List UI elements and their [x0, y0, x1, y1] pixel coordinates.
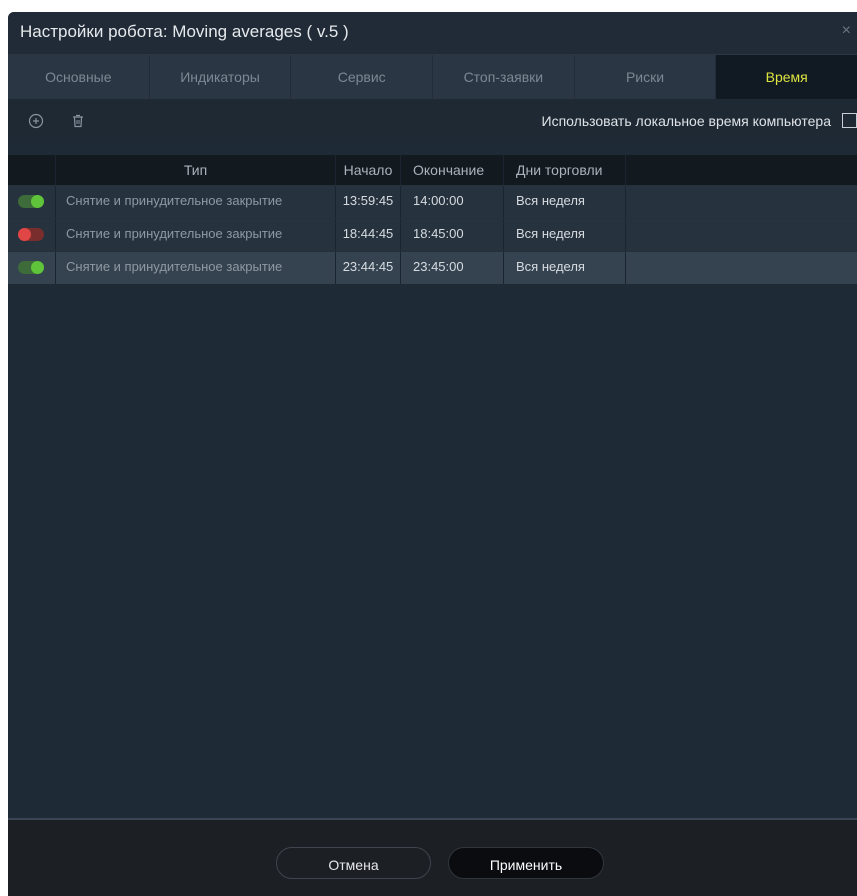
schedule-table: Тип Начало Окончание Дни торговли Снятие… — [8, 155, 857, 284]
cell-type: Снятие и принудительное закрытие — [56, 186, 336, 218]
header-days[interactable]: Дни торговли — [504, 155, 626, 185]
toggle-cell — [8, 186, 56, 218]
plus-circle-icon[interactable] — [28, 113, 44, 129]
table-header: Тип Начало Окончание Дни торговли — [8, 155, 857, 185]
toggle-cell — [8, 219, 56, 251]
dialog-footer: Отмена Применить — [8, 818, 857, 896]
cell-days: Вся неделя — [504, 252, 626, 284]
cell-filler — [626, 186, 857, 218]
tab-service[interactable]: Сервис — [291, 55, 434, 99]
header-start[interactable]: Начало — [336, 155, 401, 185]
robot-settings-dialog: Настройки робота: Moving averages ( v.5 … — [8, 12, 857, 896]
cell-filler — [626, 219, 857, 251]
table-row[interactable]: Снятие и принудительное закрытие 23:44:4… — [8, 251, 857, 284]
tab-risks[interactable]: Риски — [575, 55, 717, 99]
cell-days: Вся неделя — [504, 219, 626, 251]
toggle-cell — [8, 252, 56, 284]
cell-end: 14:00:00 — [401, 186, 504, 218]
tab-indicators[interactable]: Индикаторы — [150, 55, 292, 99]
cell-end: 18:45:00 — [401, 219, 504, 251]
header-toggle — [8, 155, 56, 185]
enable-toggle[interactable] — [18, 195, 44, 208]
table-row[interactable]: Снятие и принудительное закрытие 18:44:4… — [8, 218, 857, 251]
cell-start: 23:44:45 — [336, 252, 401, 284]
toggle-knob — [31, 261, 44, 274]
apply-button[interactable]: Применить — [448, 847, 604, 879]
title-bar: Настройки робота: Moving averages ( v.5 … — [8, 12, 857, 55]
tab-time[interactable]: Время — [716, 55, 857, 99]
header-filler — [626, 155, 857, 185]
local-time-label: Использовать локальное время компьютера — [541, 113, 831, 129]
tab-main[interactable]: Основные — [8, 55, 150, 99]
cell-start: 13:59:45 — [336, 186, 401, 218]
cell-type: Снятие и принудительное закрытие — [56, 252, 336, 284]
enable-toggle[interactable] — [18, 261, 44, 274]
toggle-knob — [31, 195, 44, 208]
header-end[interactable]: Окончание — [401, 155, 504, 185]
trash-icon[interactable] — [70, 113, 86, 129]
toolbar: Использовать локальное время компьютера — [8, 99, 857, 143]
table-row[interactable]: Снятие и принудительное закрытие 13:59:4… — [8, 185, 857, 218]
header-type[interactable]: Тип — [56, 155, 336, 185]
enable-toggle[interactable] — [18, 228, 44, 241]
cell-type: Снятие и принудительное закрытие — [56, 219, 336, 251]
close-icon[interactable]: × — [842, 22, 851, 40]
tab-bar: Основные Индикаторы Сервис Стоп-заявки Р… — [8, 55, 857, 99]
cell-start: 18:44:45 — [336, 219, 401, 251]
cancel-button[interactable]: Отмена — [276, 847, 431, 879]
cell-end: 23:45:00 — [401, 252, 504, 284]
tab-stop-orders[interactable]: Стоп-заявки — [433, 55, 575, 99]
dialog-title: Настройки робота: Moving averages ( v.5 … — [20, 22, 349, 41]
local-time-checkbox[interactable] — [842, 113, 857, 128]
toggle-knob — [18, 228, 31, 241]
cell-days: Вся неделя — [504, 186, 626, 218]
cell-filler — [626, 252, 857, 284]
